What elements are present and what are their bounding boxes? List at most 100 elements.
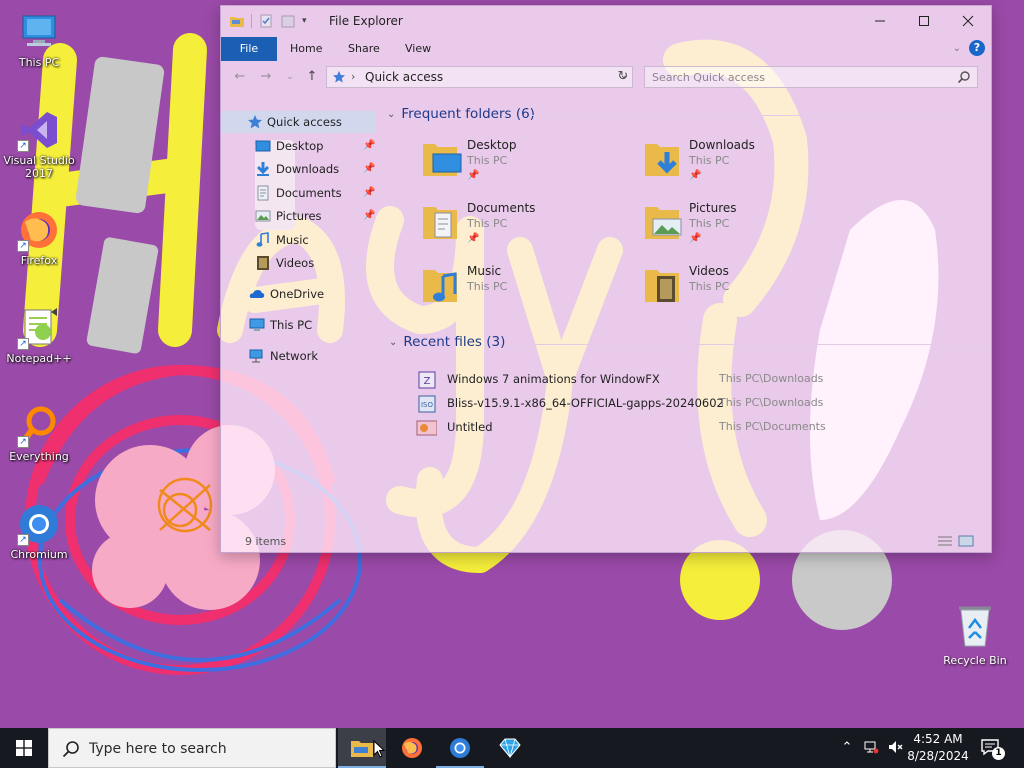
pictures-icon: [255, 210, 271, 222]
expand-ribbon-chevron-icon[interactable]: ⌄: [953, 43, 961, 54]
large-icons-view-icon[interactable]: [958, 534, 974, 548]
desktop-folder-icon: [423, 144, 462, 176]
search-box[interactable]: [644, 66, 978, 88]
archive-file-icon: Z: [418, 371, 436, 389]
windows-logo-icon: [16, 740, 32, 756]
network-status-icon[interactable]: [862, 739, 880, 757]
desktop-icon-recycle-bin[interactable]: Recycle Bin: [938, 602, 1012, 667]
videos-folder-icon: [645, 270, 679, 302]
back-button[interactable]: ←: [231, 68, 249, 86]
notification-count-badge: 1: [992, 747, 1005, 760]
pin-icon: 📌: [689, 233, 702, 244]
documents-icon: [257, 185, 269, 201]
folder-tile-downloads[interactable]: Downloads This PC 📌: [643, 138, 863, 194]
everything-search-icon: ↗: [17, 404, 61, 448]
desktop-icon-everything[interactable]: ↗ Everything: [0, 404, 78, 463]
navigation-pane: Quick access Desktop 📌 Downloads 📌 Docum…: [221, 106, 379, 446]
pin-icon: 📌: [689, 170, 702, 181]
desktop-icon-chromium[interactable]: ↗ Chromium: [0, 502, 78, 561]
tab-view[interactable]: View: [405, 37, 431, 61]
taskbar-search-input[interactable]: [89, 737, 329, 761]
folder-tile-videos[interactable]: Videos This PC: [643, 264, 863, 320]
close-button[interactable]: [945, 6, 991, 36]
action-center-button[interactable]: 1: [980, 738, 1005, 760]
shortcut-arrow-icon: ↗: [17, 240, 29, 252]
folder-tile-pictures[interactable]: Pictures This PC 📌: [643, 201, 863, 257]
clock-date: 8/28/2024: [907, 749, 969, 763]
desktop-icon: [255, 140, 271, 152]
customize-toolbar-chevron-icon[interactable]: ▾: [302, 16, 307, 26]
music-note-icon: [256, 232, 269, 247]
taskbar-app-diamond[interactable]: [486, 728, 534, 768]
desktop-icon-this-pc[interactable]: This PC: [0, 10, 78, 69]
search-input[interactable]: [645, 67, 945, 87]
clock-time: 4:52 AM: [913, 732, 963, 746]
taskbar-file-explorer[interactable]: [338, 728, 386, 768]
address-bar[interactable]: › Quick access ⌄: [326, 66, 633, 88]
recent-files-header[interactable]: ⌄ Recent files (3): [389, 334, 505, 350]
download-arrow-icon: [256, 162, 270, 176]
tab-home[interactable]: Home: [290, 37, 322, 61]
recent-locations-chevron-icon[interactable]: ⌄: [281, 68, 299, 86]
nav-item-desktop[interactable]: Desktop 📌: [221, 135, 377, 157]
title-bar[interactable]: ▾ File Explorer: [221, 6, 991, 36]
nav-item-downloads[interactable]: Downloads 📌: [221, 158, 377, 180]
file-explorer-window[interactable]: ▾ File Explorer File Home Share View ⌄ ?…: [220, 5, 992, 553]
tab-file[interactable]: File: [221, 37, 277, 61]
taskbar-chromium[interactable]: [436, 728, 484, 768]
recent-file-row[interactable]: Z Windows 7 animations for WindowFX This…: [415, 369, 987, 391]
details-view-icon[interactable]: [937, 534, 953, 548]
show-hidden-icons-chevron-icon[interactable]: ⌃: [838, 739, 856, 757]
nav-item-onedrive[interactable]: OneDrive: [221, 283, 377, 305]
desktop-icon-notepadpp[interactable]: ↗ Notepad++: [0, 306, 78, 365]
nav-item-this-pc[interactable]: This PC: [221, 314, 377, 336]
downloads-folder-icon: [645, 144, 679, 176]
taskbar-firefox[interactable]: [388, 728, 436, 768]
start-button[interactable]: [0, 728, 48, 768]
window-title: File Explorer: [329, 14, 403, 28]
folder-tile-music[interactable]: Music This PC: [421, 264, 641, 320]
minimize-button[interactable]: [857, 6, 903, 36]
quick-access-star-icon: [248, 115, 262, 129]
help-icon[interactable]: ?: [969, 40, 985, 56]
nav-item-documents[interactable]: Documents 📌: [221, 182, 377, 204]
shortcut-arrow-icon: ↗: [17, 534, 29, 546]
folder-tile-documents[interactable]: Documents This PC 📌: [421, 201, 641, 257]
close-icon: [962, 15, 974, 27]
refresh-button[interactable]: ↻: [615, 69, 631, 85]
pin-icon: 📌: [363, 187, 376, 198]
desktop-icon-firefox[interactable]: ↗ Firefox: [0, 208, 78, 267]
taskbar-search-box[interactable]: [48, 728, 336, 768]
tab-share[interactable]: Share: [348, 37, 380, 61]
nav-item-pictures[interactable]: Pictures 📌: [221, 205, 377, 227]
breadcrumb-separator-icon: ›: [351, 70, 356, 83]
recycle-bin-icon: [959, 606, 991, 647]
pin-icon: 📌: [363, 210, 376, 221]
up-button[interactable]: ↑: [303, 68, 321, 86]
taskbar: ⌃ 4:52 AM 8/28/2024 1: [0, 728, 1024, 768]
nav-item-quick-access[interactable]: Quick access: [221, 111, 376, 133]
onedrive-cloud-icon: [249, 290, 265, 298]
folder-tile-desktop[interactable]: Desktop This PC 📌: [421, 138, 641, 194]
desktop-icon-visual-studio[interactable]: ↗ Visual Studio 2017: [0, 108, 78, 180]
chromium-icon: [450, 738, 470, 758]
svg-text:Z: Z: [424, 376, 431, 387]
nav-item-videos[interactable]: Videos: [221, 252, 377, 274]
breadcrumb-quick-access[interactable]: Quick access: [365, 70, 443, 84]
maximize-button[interactable]: [901, 6, 947, 36]
recycle-bin-label: Recycle Bin: [943, 654, 1007, 667]
item-count: 9 items: [245, 535, 287, 548]
taskbar-clock[interactable]: 4:52 AM 8/28/2024: [902, 731, 974, 765]
recent-file-row[interactable]: Untitled This PC\Documents: [415, 417, 987, 439]
shortcut-arrow-icon: ↗: [17, 338, 29, 350]
forward-button[interactable]: →: [257, 68, 275, 86]
address-row: ← → ⌄ ↑ › Quick access ⌄ ↻: [221, 64, 991, 90]
maximize-icon: [919, 16, 929, 26]
frequent-folders-header[interactable]: ⌄ Frequent folders (6): [387, 106, 535, 122]
properties-icon[interactable]: [258, 13, 274, 29]
recent-file-row[interactable]: ISO Bliss-v15.9.1-x86_64-OFFICIAL-gapps-…: [415, 393, 987, 415]
nav-item-music[interactable]: Music: [221, 229, 377, 251]
new-folder-icon[interactable]: [280, 13, 296, 29]
nav-item-network[interactable]: Network: [221, 345, 377, 367]
desktop-icon-label: Notepad++: [6, 352, 72, 365]
